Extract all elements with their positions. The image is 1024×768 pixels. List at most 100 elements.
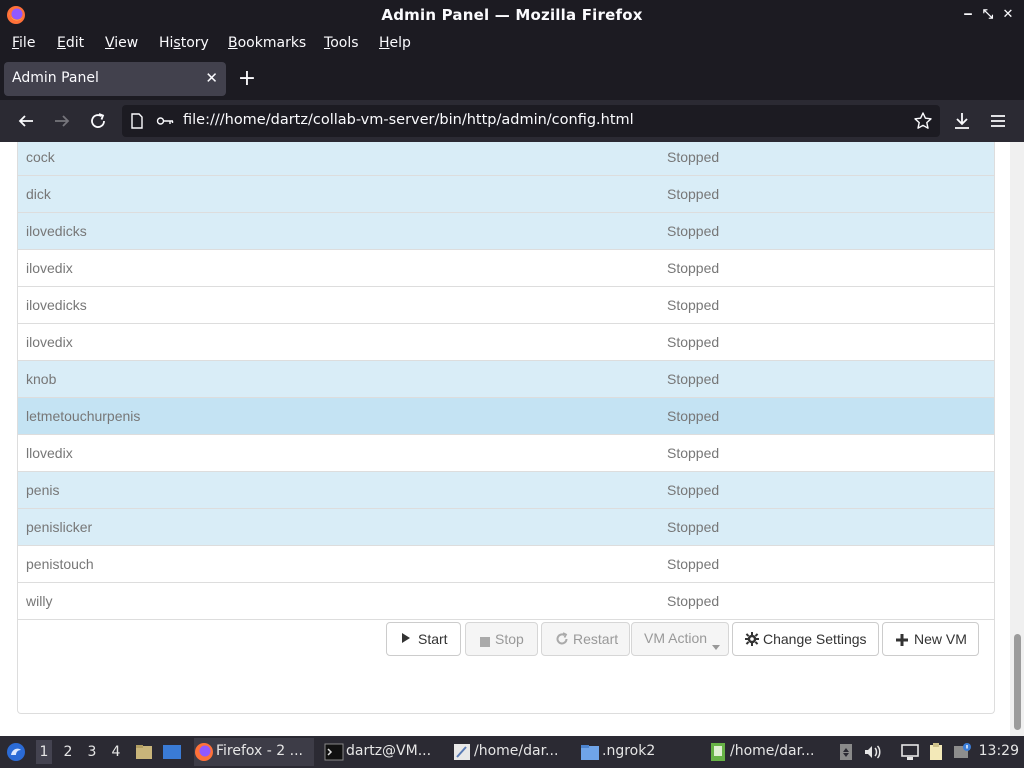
permissions-key-icon[interactable] (156, 114, 174, 128)
vm-status: Stopped (667, 149, 720, 165)
task-notes[interactable]: /home/dar... (708, 738, 830, 766)
tab-admin-panel[interactable]: Admin Panel ✕ (4, 62, 226, 96)
text-editor-icon (454, 744, 470, 760)
menu-help[interactable]: Help (379, 35, 411, 51)
vm-name: penis (26, 482, 60, 498)
menu-history[interactable]: History (159, 35, 209, 51)
vm-row[interactable]: letmetouchurpenis Stopped (18, 398, 994, 435)
vm-name: dick (26, 186, 51, 202)
stop-icon (480, 634, 490, 650)
vm-row[interactable]: penislicker Stopped (18, 509, 994, 546)
new-vm-button[interactable]: New VM (882, 622, 979, 656)
task-terminal[interactable]: dartz@VM... (324, 738, 442, 766)
hamburger-menu-icon[interactable] (987, 110, 1009, 132)
file-manager-launcher-icon[interactable] (134, 742, 154, 762)
menu-bookmarks[interactable]: Bookmarks (228, 35, 306, 51)
vm-row[interactable]: ilovedicks Stopped (18, 213, 994, 250)
start-button[interactable]: Start (386, 622, 461, 656)
vm-name: letmetouchurpenis (26, 408, 141, 424)
caret-down-icon (712, 637, 720, 653)
task-text-editor[interactable]: /home/dar... (452, 738, 572, 766)
workspace-2[interactable]: 2 (60, 744, 76, 760)
vm-name: ilovedix (26, 334, 73, 350)
close-window-icon[interactable]: ✕ (1000, 7, 1016, 23)
vm-row[interactable]: ilovedix Stopped (18, 250, 994, 287)
vm-status: Stopped (667, 371, 720, 387)
vm-row[interactable]: knob Stopped (18, 361, 994, 398)
vm-name: knob (26, 371, 57, 387)
menu-tools[interactable]: Tools (324, 35, 359, 51)
change-settings-button[interactable]: Change Settings (732, 622, 879, 656)
vm-row[interactable]: cock Stopped (18, 142, 994, 176)
new-tab-button[interactable]: + (236, 68, 258, 90)
close-tab-icon[interactable]: ✕ (205, 69, 218, 87)
vm-row[interactable]: penis Stopped (18, 472, 994, 509)
vm-status: Stopped (667, 593, 720, 609)
vm-name: ilovedicks (26, 223, 87, 239)
forward-icon (55, 115, 70, 127)
tab-bar: Admin Panel ✕ + (0, 58, 1024, 100)
scrollbar-thumb[interactable] (1014, 634, 1021, 730)
bookmark-star-icon[interactable] (913, 111, 933, 131)
start-menu-icon[interactable] (6, 742, 26, 762)
vertical-scrollbar[interactable] (1010, 142, 1024, 736)
downloads-icon[interactable] (951, 110, 973, 132)
task-firefox[interactable]: Firefox - 2 ... (194, 738, 314, 766)
vm-name: penislicker (26, 519, 93, 535)
vm-row[interactable]: penistouch Stopped (18, 546, 994, 583)
workspace-1[interactable]: 1 (36, 740, 52, 764)
vm-name: llovedix (26, 445, 73, 461)
page-content: bellendStoppedcockStoppeddickStoppedilov… (0, 142, 1024, 736)
task-folder[interactable]: .ngrok2 (580, 738, 700, 766)
menu-file[interactable]: File (12, 35, 35, 51)
navigation-toolbar: file:///home/dartz/collab-vm-server/bin/… (0, 100, 1024, 142)
vm-table: bellendStoppedcockStoppeddickStoppedilov… (18, 142, 994, 620)
network-icon[interactable] (900, 742, 920, 762)
reload-icon[interactable] (87, 110, 109, 132)
folder-icon (581, 745, 599, 760)
url-input[interactable]: file:///home/dartz/collab-vm-server/bin/… (183, 112, 634, 128)
tab-label: Admin Panel (12, 70, 99, 86)
vm-row[interactable]: ilovedix Stopped (18, 324, 994, 361)
refresh-icon (555, 632, 569, 649)
vm-action-dropdown: VM Action (631, 622, 729, 656)
vm-row[interactable]: ilovedicks Stopped (18, 287, 994, 324)
plus-icon (896, 633, 908, 649)
vm-status: Stopped (667, 260, 720, 276)
vm-status: Stopped (667, 556, 720, 572)
vm-status: Stopped (667, 334, 720, 350)
workspace-3[interactable]: 3 (84, 744, 100, 760)
minimize-icon[interactable]: ‒ (960, 7, 976, 23)
vm-name: ilovedicks (26, 297, 87, 313)
clipboard-manager-icon[interactable] (926, 742, 946, 762)
vm-status: Stopped (667, 223, 720, 239)
restart-button: Restart (541, 622, 630, 656)
play-icon (401, 631, 411, 647)
stop-button: Stop (465, 622, 538, 656)
window-titlebar[interactable]: Admin Panel — Mozilla Firefox ‒ ⤡ ✕ (0, 0, 1024, 30)
vm-status: Stopped (667, 445, 720, 461)
restore-icon[interactable]: ⤡ (980, 7, 996, 23)
menu-edit[interactable]: Edit (57, 35, 84, 51)
vm-row[interactable]: willy Stopped (18, 583, 994, 620)
update-notifier-icon[interactable] (952, 742, 972, 762)
workspace-4[interactable]: 4 (108, 744, 124, 760)
vm-status: Stopped (667, 519, 720, 535)
show-desktop-icon[interactable] (162, 742, 182, 762)
clipboard-tray-icon[interactable] (836, 742, 856, 762)
gear-icon (745, 632, 759, 649)
vm-status: Stopped (667, 297, 720, 313)
vm-name: willy (26, 593, 53, 609)
volume-icon[interactable] (862, 742, 882, 762)
vm-button-bar: Start Stop Restart VM Action Change Sett… (18, 622, 994, 666)
vm-status: Stopped (667, 482, 720, 498)
vm-list-panel: bellendStoppedcockStoppeddickStoppedilov… (17, 142, 995, 714)
vm-row[interactable]: dick Stopped (18, 176, 994, 213)
back-icon[interactable] (15, 110, 37, 132)
url-bar[interactable]: file:///home/dartz/collab-vm-server/bin/… (122, 105, 940, 137)
vm-row[interactable]: llovedix Stopped (18, 435, 994, 472)
menu-bar: File Edit View History Bookmarks Tools H… (0, 30, 1024, 58)
vm-name: penistouch (26, 556, 94, 572)
menu-view[interactable]: View (105, 35, 138, 51)
vm-name: cock (26, 149, 55, 165)
